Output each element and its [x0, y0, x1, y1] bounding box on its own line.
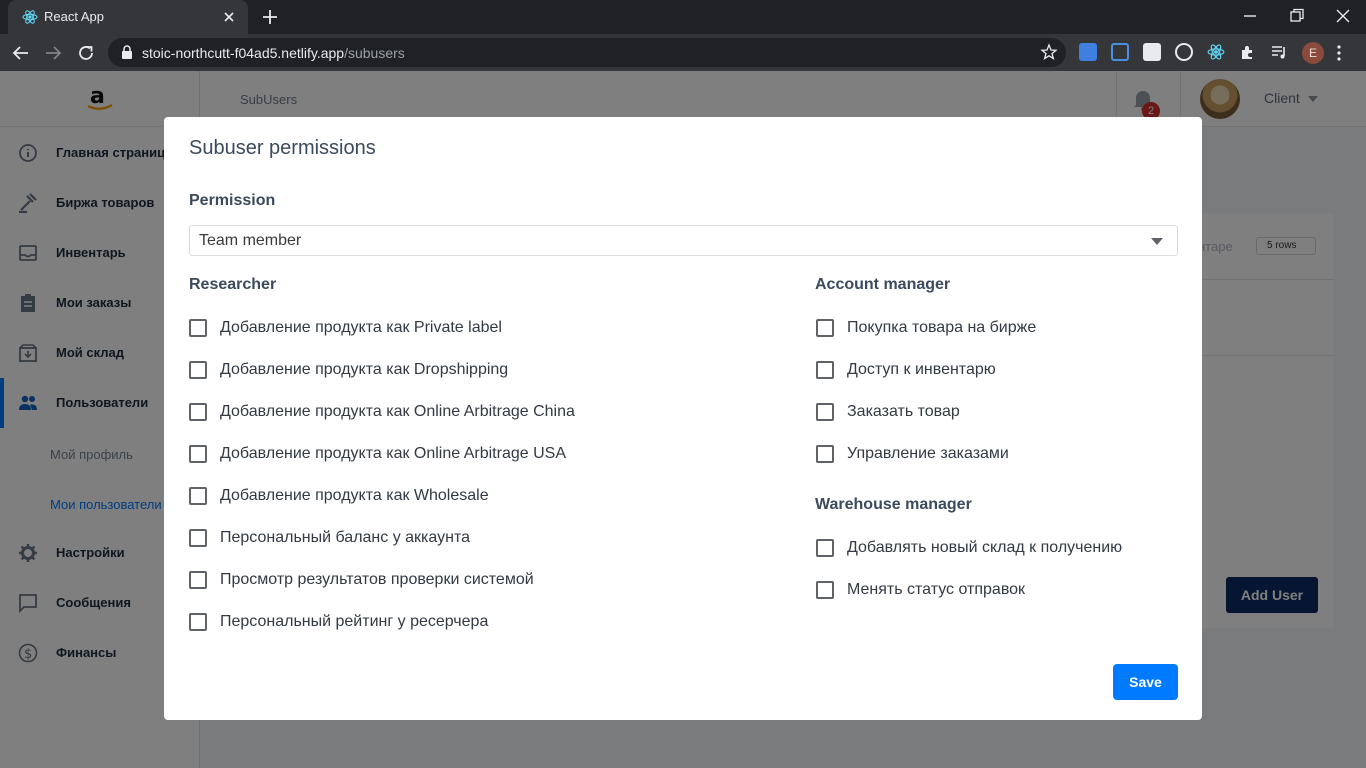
browser-menu-icon[interactable] — [1336, 43, 1342, 63]
url-path: /subusers — [344, 45, 405, 61]
checkbox-label: Добавление продукта как Wholesale — [220, 487, 489, 504]
checkbox-label: Заказать товар — [847, 403, 960, 420]
checkbox[interactable] — [189, 487, 207, 505]
permission-label: Permission — [189, 192, 276, 209]
profile-avatar[interactable]: E — [1302, 42, 1324, 64]
chevron-down-icon — [1151, 238, 1163, 245]
reload-icon[interactable] — [75, 42, 97, 64]
calendar-extension-icon[interactable] — [1111, 43, 1129, 61]
checkbox[interactable] — [189, 319, 207, 337]
forward-icon[interactable] — [42, 42, 64, 64]
checkbox[interactable] — [189, 571, 207, 589]
researcher-section-title: Researcher — [189, 276, 277, 293]
checkbox-label: Управление заказами — [847, 445, 1009, 462]
url-text: stoic-northcutt-f04ad5.netlify.app/subus… — [142, 45, 405, 61]
back-icon[interactable] — [10, 42, 32, 64]
checkbox-label: Менять статус отправок — [847, 581, 1026, 598]
window-close-icon[interactable] — [1333, 6, 1353, 26]
restore-icon[interactable] — [1287, 6, 1307, 26]
target-extension-icon[interactable] — [1175, 43, 1193, 61]
url-host: stoic-northcutt-f04ad5.netlify.app — [142, 45, 345, 61]
checkbox-label: Добавление продукта как Online Arbitrage… — [220, 403, 575, 420]
puzzle-extensions-icon[interactable] — [1239, 43, 1257, 61]
subuser-permissions-modal: Subuser permissions Permission Team memb… — [164, 117, 1202, 720]
checkbox-label: Просмотр результатов проверки системой — [220, 571, 534, 588]
translate-extension-icon[interactable] — [1079, 43, 1097, 61]
save-button[interactable]: Save — [1113, 664, 1178, 700]
browser-toolbar: stoic-northcutt-f04ad5.netlify.app/subus… — [0, 34, 1366, 71]
address-bar[interactable]: stoic-northcutt-f04ad5.netlify.app/subus… — [108, 38, 1066, 67]
browser-tab[interactable]: React App — [8, 0, 248, 34]
checkbox[interactable] — [816, 445, 834, 463]
checkbox-label: Персональный рейтинг у ресерчера — [220, 613, 489, 630]
checkbox[interactable] — [189, 529, 207, 547]
permission-select-value: Team member — [199, 232, 302, 249]
checkbox-label: Добавление продукта как Private label — [220, 319, 502, 336]
react-icon — [22, 10, 38, 24]
browser-tabbar: React App — [0, 0, 1366, 34]
checkbox[interactable] — [189, 361, 207, 379]
bookmark-star-icon[interactable] — [1040, 43, 1058, 61]
tab-title: React App — [44, 9, 104, 24]
checkbox[interactable] — [189, 445, 207, 463]
warehouse-manager-section-title: Warehouse manager — [815, 496, 972, 513]
checkbox[interactable] — [816, 361, 834, 379]
checkbox[interactable] — [189, 403, 207, 421]
checkbox[interactable] — [816, 539, 834, 557]
minimize-icon[interactable] — [1240, 6, 1260, 26]
s-extension-icon[interactable] — [1143, 43, 1161, 61]
media-queue-icon[interactable] — [1270, 43, 1288, 61]
checkbox-label: Добавление продукта как Online Arbitrage… — [220, 445, 566, 462]
close-icon[interactable] — [220, 8, 238, 26]
new-tab-icon[interactable] — [260, 7, 280, 27]
checkbox-label: Персональный баланс у аккаунта — [220, 529, 471, 546]
checkbox[interactable] — [816, 403, 834, 421]
checkbox[interactable] — [189, 613, 207, 631]
permission-select[interactable]: Team member — [189, 225, 1178, 256]
checkbox-label: Доступ к инвентарю — [847, 361, 996, 378]
react-devtools-icon[interactable] — [1207, 43, 1225, 61]
account-manager-section-title: Account manager — [815, 276, 951, 293]
checkbox-label: Покупка товара на бирже — [847, 319, 1037, 336]
checkbox[interactable] — [816, 319, 834, 337]
modal-title: Subuser permissions — [189, 137, 376, 159]
lock-icon — [122, 45, 132, 59]
checkbox-label: Добавлять новый склад к получению — [847, 539, 1123, 556]
checkbox-label: Добавление продукта как Dropshipping — [220, 361, 509, 378]
checkbox[interactable] — [816, 581, 834, 599]
